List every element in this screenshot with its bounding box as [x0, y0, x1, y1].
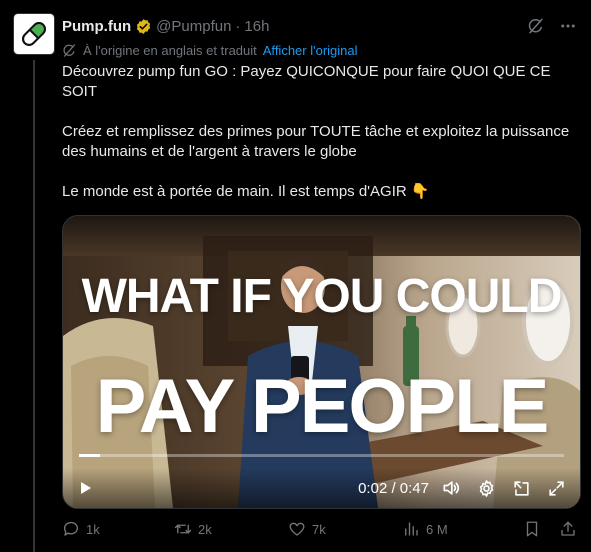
thread-line [33, 60, 35, 552]
tweet-paragraph: Découvrez pump fun GO : Payez QUICONQUE … [62, 63, 551, 100]
author-handle[interactable]: @Pumpfun [156, 18, 231, 35]
repost-icon [174, 524, 192, 534]
video-time-display: 0:02 / 0:47 [358, 479, 429, 497]
grok-translate-icon [62, 43, 77, 58]
tweet-text: Découvrez pump fun GO : Payez QUICONQUE … [62, 62, 582, 202]
play-icon[interactable] [77, 480, 93, 496]
tweet-actions: 1k 2k 7k 6 M [62, 518, 577, 540]
verified-badge-icon [135, 18, 152, 35]
share-icon[interactable] [559, 520, 577, 538]
author-name[interactable]: Pump.fun [62, 18, 131, 35]
video-frame [63, 216, 580, 508]
repost-count: 2k [198, 521, 212, 537]
reply-icon [63, 521, 79, 536]
settings-gear-icon[interactable] [477, 479, 496, 498]
video-progress-bar[interactable] [79, 454, 564, 457]
fullscreen-icon[interactable] [547, 479, 566, 498]
video-overlay-line-2: PAY PEOPLE [95, 364, 550, 449]
views-chart-icon [405, 522, 418, 536]
views-count: 6 M [426, 521, 448, 537]
video-controls: 0:02 / 0:47 [63, 468, 580, 508]
bookmark-icon[interactable] [523, 520, 541, 538]
grok-icon[interactable] [527, 17, 545, 35]
tweet-paragraph: Le monde est à portée de main. Il est te… [62, 183, 430, 200]
avatar[interactable] [14, 14, 54, 54]
dot-separator: · [235, 17, 241, 35]
tweet-header: Pump.fun @Pumpfun · 16h [62, 15, 577, 37]
views-button[interactable]: 6 M [402, 520, 514, 538]
translation-note: À l'origine en anglais et traduit [83, 42, 257, 58]
timestamp[interactable]: 16h [244, 18, 269, 35]
volume-icon[interactable] [441, 478, 461, 498]
translation-notice: À l'origine en anglais et traduit Affich… [62, 41, 358, 59]
more-options-icon[interactable] [559, 17, 577, 35]
video-overlay-line-1: WHAT IF YOU COULD [81, 270, 563, 323]
repost-button[interactable]: 2k [174, 520, 288, 538]
reply-button[interactable]: 1k [62, 520, 174, 538]
reply-count: 1k [86, 521, 100, 537]
tweet-paragraph: Créez et remplissez des primes pour TOUT… [62, 123, 570, 160]
picture-in-picture-icon[interactable] [512, 479, 531, 498]
show-original-link[interactable]: Afficher l'original [263, 43, 358, 58]
heart-icon [289, 522, 305, 536]
video-player[interactable]: WHAT IF YOU COULD PAY PEOPLE 0:02 / 0:47 [62, 215, 581, 509]
like-button[interactable]: 7k [288, 520, 402, 538]
like-count: 7k [312, 521, 326, 537]
pill-logo-icon [22, 22, 46, 46]
video-progress-fill [79, 454, 100, 457]
